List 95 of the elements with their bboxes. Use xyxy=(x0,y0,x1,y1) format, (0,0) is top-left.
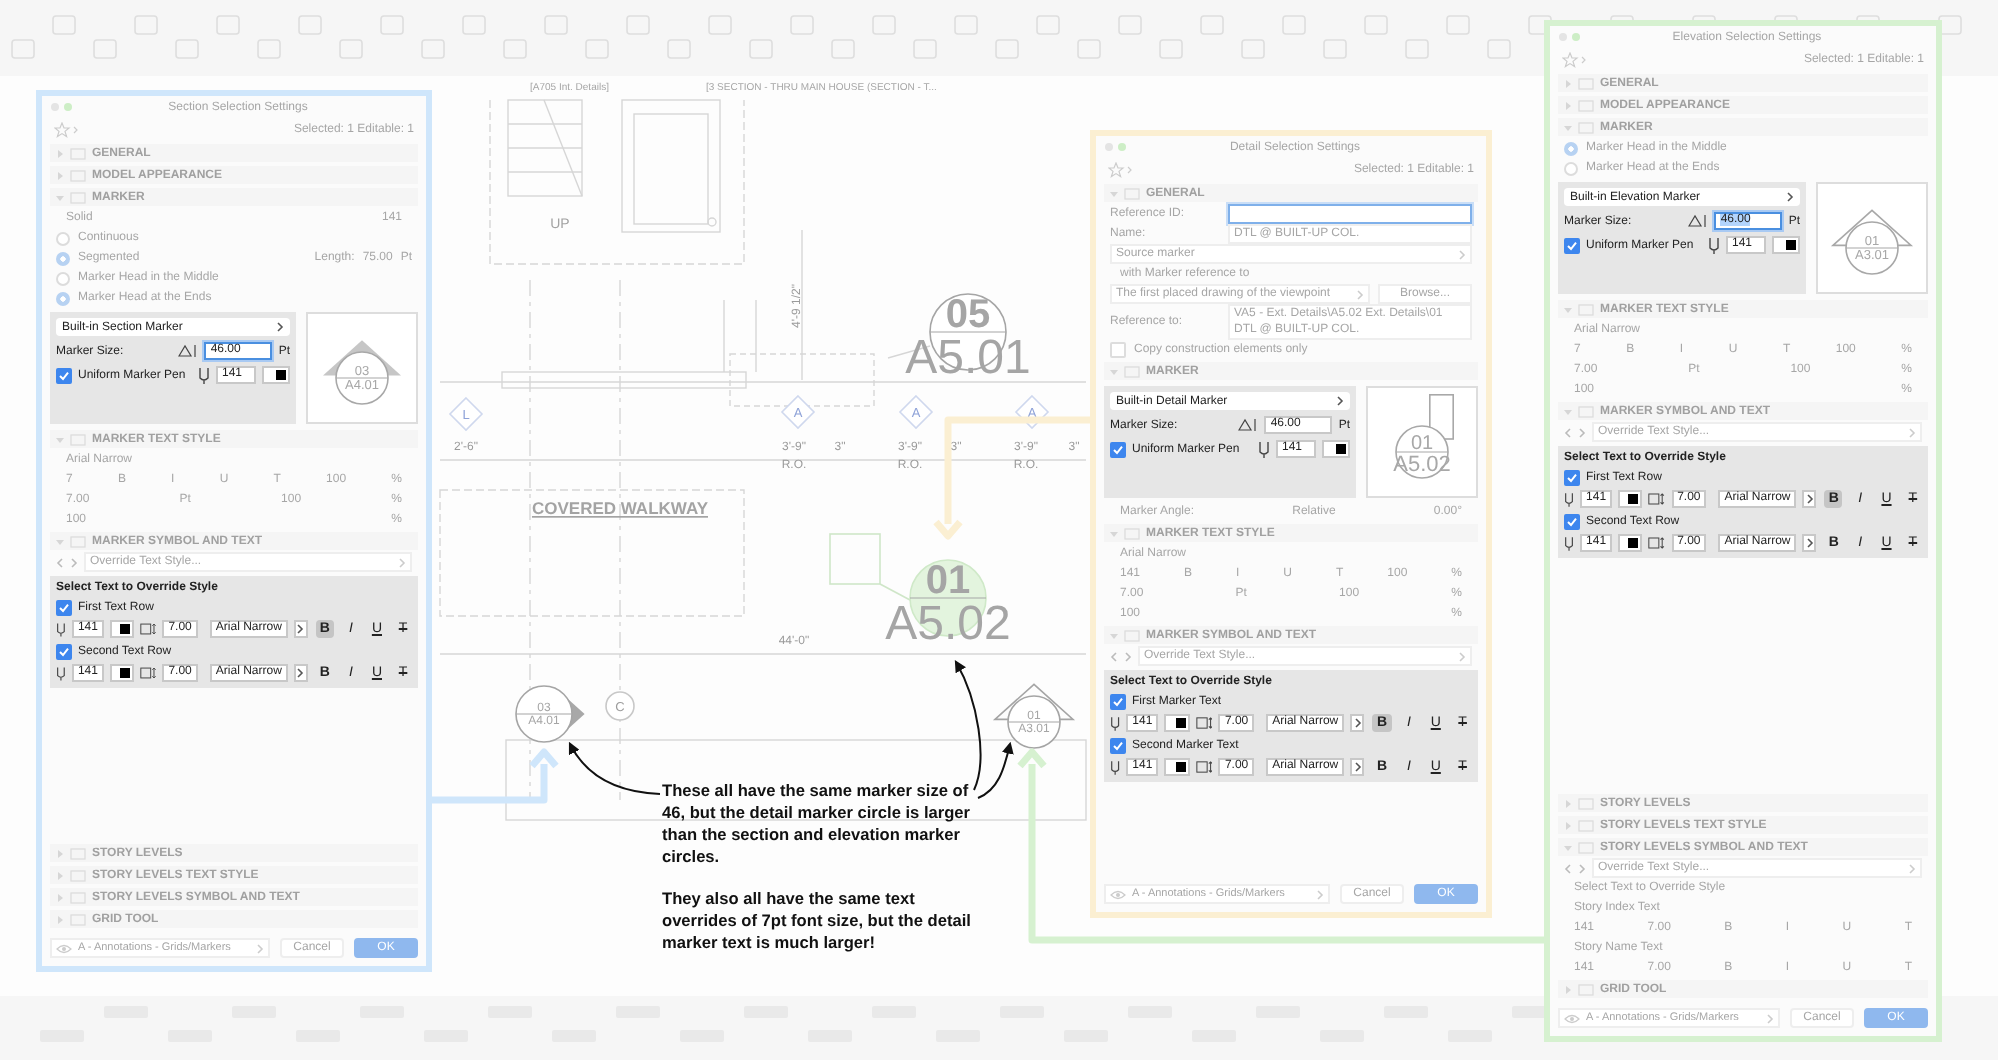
checkbox[interactable] xyxy=(1110,441,1126,457)
text-height-icon xyxy=(140,666,157,680)
eye-icon xyxy=(1110,889,1126,899)
section-icon xyxy=(1124,365,1140,377)
text-height-icon xyxy=(140,622,157,636)
color-swatch-button[interactable] xyxy=(1322,440,1350,458)
pen-icon xyxy=(1110,715,1121,731)
radio-button[interactable] xyxy=(1564,141,1578,155)
chevron-icon xyxy=(1316,889,1324,899)
section-icon xyxy=(70,535,86,547)
chevron-icon xyxy=(1336,396,1344,406)
pen-icon xyxy=(1110,759,1121,775)
forward-icon[interactable] xyxy=(1124,651,1132,661)
chevron-icon xyxy=(1805,538,1814,548)
pen-icon xyxy=(1258,441,1270,457)
font-menu-button[interactable] xyxy=(293,620,308,638)
marker-size-icon xyxy=(1238,418,1259,432)
checkbox[interactable] xyxy=(56,367,72,383)
callout-arrow xyxy=(568,741,661,795)
color-swatch-button[interactable] xyxy=(262,366,290,384)
chevron-icon xyxy=(1458,249,1466,259)
checkbox[interactable] xyxy=(1564,513,1580,529)
section-icon xyxy=(1124,187,1140,199)
checkbox[interactable] xyxy=(1564,237,1580,253)
back-icon[interactable] xyxy=(1110,651,1118,661)
chevron-icon xyxy=(1355,289,1364,299)
pen-icon xyxy=(56,621,66,637)
checkbox[interactable] xyxy=(56,643,72,659)
chevron-icon xyxy=(1786,192,1794,202)
room-label: COVERED WALKWAY xyxy=(532,498,708,518)
pen-icon xyxy=(1564,491,1575,507)
color-swatch-button[interactable] xyxy=(1164,758,1190,776)
chevron-icon xyxy=(1353,762,1362,772)
forward-icon[interactable] xyxy=(70,557,78,567)
checkbox[interactable] xyxy=(1564,469,1580,485)
radio-button[interactable] xyxy=(56,271,70,285)
back-icon[interactable] xyxy=(56,557,64,567)
font-menu-button[interactable] xyxy=(293,664,308,682)
eye-icon xyxy=(1564,1013,1580,1023)
chevron-icon xyxy=(1458,651,1466,661)
pen-icon xyxy=(198,367,210,383)
radio-button[interactable] xyxy=(56,231,70,245)
chevron-icon xyxy=(1908,427,1916,437)
chevron-icon xyxy=(398,557,406,567)
font-menu-button[interactable] xyxy=(1350,714,1365,732)
text-height-icon xyxy=(1195,760,1213,774)
pen-icon xyxy=(1564,535,1575,551)
text-height-icon xyxy=(1195,716,1213,730)
annotation-text: They also all have the same text overrides of 7pt font size, but the detail marker text is much larger! xyxy=(662,888,973,954)
chevron-icon xyxy=(1805,494,1814,504)
color-swatch-button[interactable] xyxy=(109,664,134,682)
radio-button[interactable] xyxy=(1564,161,1578,175)
checkbox[interactable] xyxy=(1110,693,1126,709)
favorites-star-icon[interactable] xyxy=(1108,162,1132,178)
chevron-icon xyxy=(296,624,305,634)
pen-icon xyxy=(1708,237,1720,253)
marker-size-icon xyxy=(1688,214,1709,228)
section-icon xyxy=(1578,983,1594,995)
color-swatch-button[interactable] xyxy=(1618,490,1643,508)
selection-frame-drawing xyxy=(829,533,911,601)
chevron-icon xyxy=(1766,1013,1774,1023)
text-height-icon xyxy=(1648,492,1666,506)
section-icon xyxy=(1578,303,1594,315)
favorites-star-icon[interactable] xyxy=(1562,52,1586,68)
section-icon xyxy=(1124,629,1140,641)
font-menu-button[interactable] xyxy=(1350,758,1365,776)
chevron-icon xyxy=(296,668,305,678)
chevron-icon xyxy=(1353,718,1362,728)
eye-icon xyxy=(56,943,72,953)
forward-icon[interactable] xyxy=(1578,863,1586,873)
font-menu-button[interactable] xyxy=(1802,490,1817,508)
color-swatch-button[interactable] xyxy=(1618,534,1643,552)
forward-icon[interactable] xyxy=(1578,427,1586,437)
font-menu-button[interactable] xyxy=(1802,534,1817,552)
radio-button[interactable] xyxy=(56,251,70,265)
checkbox[interactable] xyxy=(56,599,72,615)
radio-button[interactable] xyxy=(56,291,70,305)
checkbox[interactable] xyxy=(1110,737,1126,753)
favorites-star-icon[interactable] xyxy=(54,122,78,138)
text-field[interactable] xyxy=(1228,204,1472,224)
section-icon xyxy=(1578,405,1594,417)
pen-icon xyxy=(56,665,66,681)
text-height-icon xyxy=(1648,536,1666,550)
annotation-text: These all have the same marker size of 46, but the detail marker circle is larger than the section and elevation marker circles. xyxy=(662,780,973,868)
color-swatch-button[interactable] xyxy=(1164,714,1190,732)
chevron-icon xyxy=(276,322,284,332)
color-swatch-button[interactable] xyxy=(1772,236,1800,254)
back-icon[interactable] xyxy=(1564,427,1572,437)
chevron-icon xyxy=(256,943,264,953)
marker-size-icon xyxy=(178,344,199,358)
color-swatch-button[interactable] xyxy=(109,620,134,638)
section-icon xyxy=(1124,527,1140,539)
back-icon[interactable] xyxy=(1564,863,1572,873)
chevron-icon xyxy=(1908,863,1916,873)
section-icon xyxy=(70,433,86,445)
